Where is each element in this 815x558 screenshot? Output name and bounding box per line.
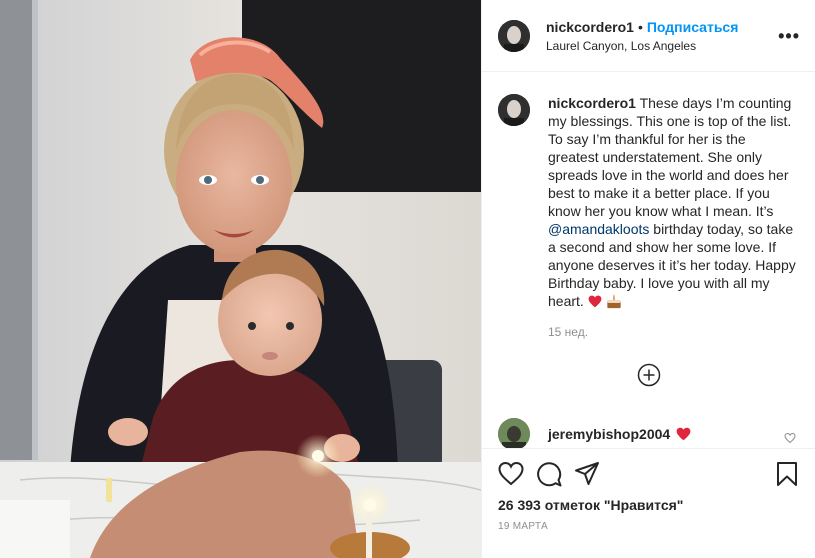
comment-avatar-image (498, 418, 530, 448)
caption-username[interactable]: nickcordero1 (548, 95, 636, 111)
post-timestamp[interactable]: 15 нед. (548, 323, 798, 341)
header-text: nickcordero1 • Подписаться Laurel Canyon… (546, 19, 738, 53)
caption-avatar-image (498, 94, 530, 126)
avatar-image (498, 19, 530, 52)
post-photo[interactable] (0, 0, 481, 558)
header-username[interactable]: nickcordero1 (546, 19, 634, 35)
action-bar (498, 461, 800, 487)
load-more-comments-icon[interactable] (637, 363, 661, 387)
comment-icon[interactable] (536, 461, 562, 487)
more-options-icon: ••• (778, 26, 800, 46)
likes-count[interactable]: 26 393 отметок "Нравится" (498, 497, 683, 513)
location-link[interactable]: Laurel Canyon, Los Angeles (546, 39, 738, 53)
comment-avatar[interactable] (498, 418, 530, 448)
more-options-button[interactable]: ••• (778, 26, 800, 46)
caption-body: nickcordero1 These days I’m counting my … (548, 94, 798, 341)
red-heart-emoji-icon (588, 295, 602, 308)
comment-item: jeremybishop2004 (498, 418, 808, 448)
heart-outline-icon[interactable] (498, 461, 524, 487)
caption-mention-link[interactable]: @amandakloots (548, 221, 649, 237)
instagram-post: nickcordero1 • Подписаться Laurel Canyon… (0, 0, 815, 558)
caption-text-1: These days I’m counting my blessings. Th… (548, 95, 792, 219)
cake-emoji-icon (606, 294, 621, 309)
post-actions-section: 26 393 отметок "Нравится" 19 марта (482, 448, 815, 558)
comment-like-icon[interactable] (784, 432, 796, 444)
caption: nickcordero1 These days I’m counting my … (498, 94, 798, 341)
follow-button[interactable]: Подписаться (647, 19, 739, 35)
post-image (0, 0, 481, 558)
bookmark-icon[interactable] (774, 461, 800, 487)
post-header: nickcordero1 • Подписаться Laurel Canyon… (482, 0, 815, 72)
caption-avatar[interactable] (498, 94, 530, 126)
comment-username[interactable]: jeremybishop2004 (548, 426, 670, 442)
header-top-line: nickcordero1 • Подписаться (546, 19, 738, 35)
separator-dot: • (637, 18, 643, 35)
paper-plane-icon[interactable] (574, 461, 600, 487)
post-sidebar: nickcordero1 • Подписаться Laurel Canyon… (481, 0, 815, 558)
avatar[interactable] (498, 19, 530, 52)
post-date[interactable]: 19 марта (498, 521, 548, 532)
comments-section: nickcordero1 These days I’m counting my … (482, 72, 815, 448)
red-heart-icon (676, 427, 691, 441)
